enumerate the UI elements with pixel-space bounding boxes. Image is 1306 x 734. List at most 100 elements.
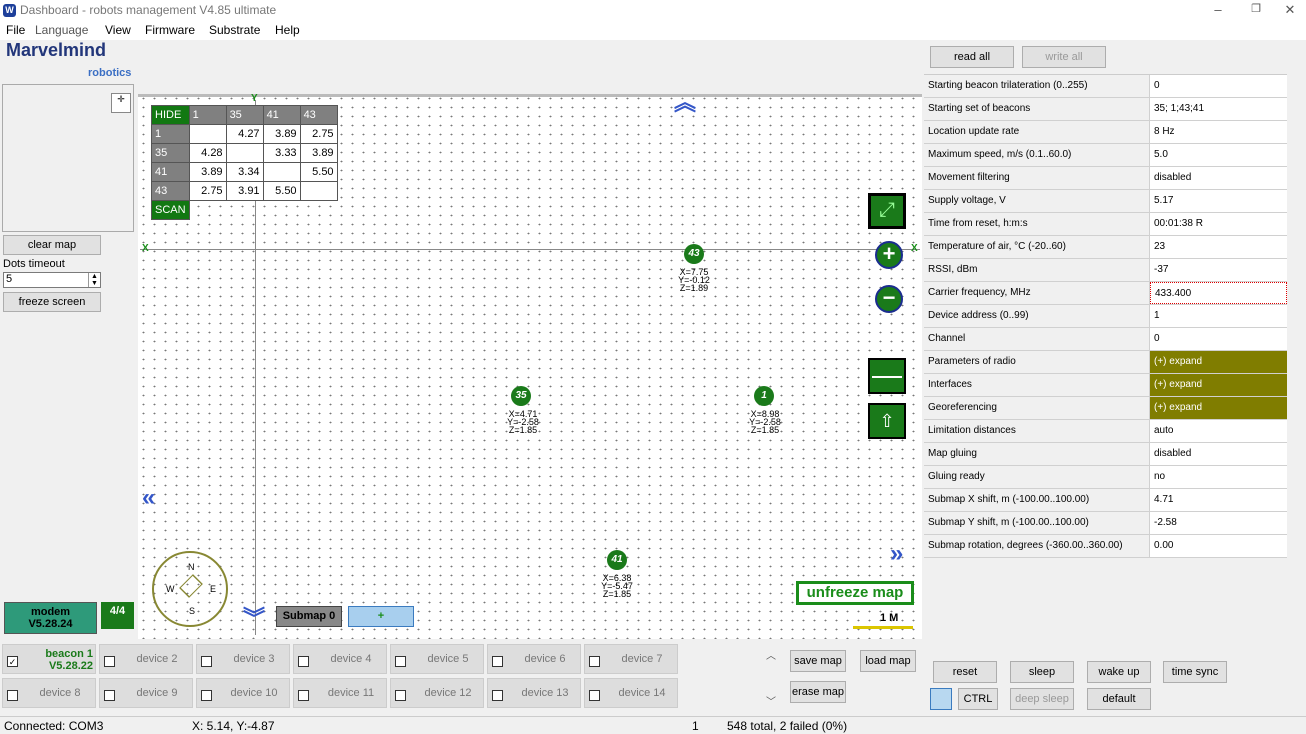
beacon-41[interactable]: 41 <box>607 550 627 570</box>
scroll-down-arrow-icon[interactable]: ﹀ <box>766 693 776 708</box>
hide-button[interactable]: HIDE <box>151 105 190 125</box>
device-version: V5.28.22 <box>48 660 93 672</box>
scroll-down-icon[interactable]: ︾ <box>243 608 265 630</box>
property-value[interactable]: disabled <box>1150 443 1287 465</box>
dots-timeout-input[interactable]: 5 ▲ ▼ <box>3 272 101 288</box>
beacon-43[interactable]: 43 <box>684 244 704 264</box>
upload-icon[interactable]: ⇧ <box>868 403 906 439</box>
close-icon[interactable]: ✕ <box>1279 2 1301 20</box>
zoom-out-icon[interactable]: − <box>875 285 903 313</box>
property-value[interactable]: -2.58 <box>1150 512 1287 534</box>
deep-sleep-button[interactable]: deep sleep <box>1010 688 1074 710</box>
device-slot[interactable]: device 3 <box>196 644 290 674</box>
checkbox-icon[interactable] <box>201 690 212 701</box>
time-sync-button[interactable]: time sync <box>1163 661 1227 683</box>
write-all-button[interactable]: write all <box>1022 46 1106 68</box>
save-map-button[interactable]: save map <box>790 650 846 672</box>
property-value[interactable]: (+) expand <box>1150 351 1287 373</box>
checkbox-icon[interactable] <box>298 656 309 667</box>
modem-button[interactable]: modem V5.28.24 <box>4 602 97 634</box>
device-slot[interactable]: device 13 <box>487 678 581 708</box>
load-map-button[interactable]: load map <box>860 650 916 672</box>
unfreeze-map-button[interactable]: unfreeze map <box>796 581 914 605</box>
sleep-button[interactable]: sleep <box>1010 661 1074 683</box>
menu-help[interactable]: Help <box>275 23 300 37</box>
checkbox-icon[interactable] <box>492 690 503 701</box>
menu-view[interactable]: View <box>105 23 131 37</box>
checkbox-icon[interactable] <box>104 656 115 667</box>
wake-up-button[interactable]: wake up <box>1087 661 1151 683</box>
device-slot[interactable]: device 6 <box>487 644 581 674</box>
property-value[interactable]: 433.400 <box>1150 282 1287 304</box>
checkbox-icon[interactable] <box>104 690 115 701</box>
property-value[interactable]: -37 <box>1150 259 1287 281</box>
color-swatch[interactable] <box>930 688 952 710</box>
device-slot[interactable]: device 8 <box>2 678 96 708</box>
menu-file[interactable]: File <box>6 23 25 37</box>
menu-firmware[interactable]: Firmware <box>145 23 195 37</box>
add-submap-button[interactable]: + <box>348 606 414 627</box>
device-slot[interactable]: device 7 <box>584 644 678 674</box>
property-value[interactable]: 0.00 <box>1150 535 1287 557</box>
scroll-up-arrow-icon[interactable]: ︿ <box>766 647 776 662</box>
property-value[interactable]: auto <box>1150 420 1287 442</box>
device-beacon-1[interactable]: ✓ beacon 1 V5.28.22 <box>2 644 96 674</box>
default-button[interactable]: default <box>1087 688 1151 710</box>
checkbox-icon[interactable] <box>7 690 18 701</box>
checkbox-icon[interactable] <box>201 656 212 667</box>
scroll-right-icon[interactable]: » <box>890 540 903 568</box>
device-slot[interactable]: device 4 <box>293 644 387 674</box>
device-slot[interactable]: device 12 <box>390 678 484 708</box>
property-value[interactable]: 23 <box>1150 236 1287 258</box>
property-value[interactable]: 1 <box>1150 305 1287 327</box>
freeze-screen-button[interactable]: freeze screen <box>3 292 101 312</box>
menu-language[interactable]: Language <box>35 23 88 37</box>
property-value[interactable]: 00:01:38 R <box>1150 213 1287 235</box>
property-value[interactable]: disabled <box>1150 167 1287 189</box>
spinner-icon[interactable]: ▲ ▼ <box>88 273 100 287</box>
property-value[interactable]: 4.71 <box>1150 489 1287 511</box>
scroll-up-icon[interactable]: ︽ <box>674 92 696 114</box>
reset-button[interactable]: reset <box>933 661 997 683</box>
erase-map-button[interactable]: erase map <box>790 681 846 703</box>
property-value[interactable]: (+) expand <box>1150 397 1287 419</box>
status-num: 1 <box>692 719 699 733</box>
minimize-icon[interactable]: – <box>1207 2 1229 20</box>
checkbox-icon[interactable] <box>298 690 309 701</box>
read-all-button[interactable]: read all <box>930 46 1014 68</box>
maximize-icon[interactable]: ❐ <box>1245 2 1267 20</box>
checkbox-checked-icon[interactable]: ✓ <box>7 656 18 667</box>
pan-icon[interactable] <box>868 358 906 394</box>
scan-button[interactable]: SCAN <box>151 200 190 220</box>
device-slot[interactable]: device 10 <box>196 678 290 708</box>
fit-screen-icon[interactable]: ⤢ <box>868 193 906 229</box>
ctrl-button[interactable]: CTRL <box>958 688 998 710</box>
beacon-35[interactable]: 35 <box>511 386 531 406</box>
checkbox-icon[interactable] <box>589 690 600 701</box>
device-slot[interactable]: device 5 <box>390 644 484 674</box>
checkbox-icon[interactable] <box>395 690 406 701</box>
property-value[interactable]: no <box>1150 466 1287 488</box>
property-value[interactable]: 5.17 <box>1150 190 1287 212</box>
device-slot[interactable]: device 11 <box>293 678 387 708</box>
zoom-in-icon[interactable]: + <box>875 241 903 269</box>
beacon-1[interactable]: 1 <box>754 386 774 406</box>
checkbox-icon[interactable] <box>395 656 406 667</box>
menu-substrate[interactable]: Substrate <box>209 23 260 37</box>
device-slot[interactable]: device 9 <box>99 678 193 708</box>
table-cell <box>299 181 338 201</box>
property-value[interactable]: (+) expand <box>1150 374 1287 396</box>
device-slot[interactable]: device 2 <box>99 644 193 674</box>
property-value[interactable]: 0 <box>1150 328 1287 350</box>
property-value[interactable]: 0 <box>1150 75 1287 97</box>
device-slot[interactable]: device 14 <box>584 678 678 708</box>
property-value[interactable]: 35; 1;43;41 <box>1150 98 1287 120</box>
checkbox-icon[interactable] <box>589 656 600 667</box>
axes-icon[interactable]: ✛ <box>111 93 131 113</box>
scroll-left-icon[interactable]: « <box>142 484 155 512</box>
clear-map-button[interactable]: clear map <box>3 235 101 255</box>
checkbox-icon[interactable] <box>492 656 503 667</box>
property-value[interactable]: 8 Hz <box>1150 121 1287 143</box>
property-value[interactable]: 5.0 <box>1150 144 1287 166</box>
submap-tab[interactable]: Submap 0 <box>276 606 342 627</box>
